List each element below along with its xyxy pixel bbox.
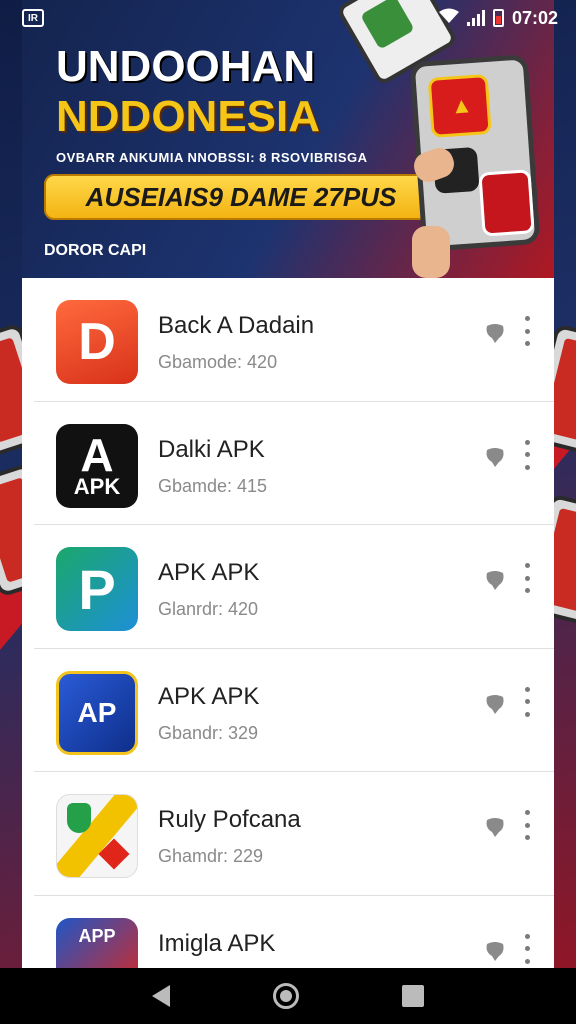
more-options-icon[interactable] bbox=[522, 686, 532, 717]
app-meta: Gbandr: 329 bbox=[158, 722, 259, 743]
list-item[interactable]: Ruly Pofcana Ghamdr: 229 bbox=[34, 772, 554, 896]
chat-bubble-icon[interactable] bbox=[484, 940, 506, 962]
map-pin-icon bbox=[56, 794, 138, 878]
app-notification-icon: IR bbox=[22, 9, 44, 27]
list-item[interactable]: APP Imigla APK bbox=[34, 896, 554, 968]
p-shield-icon: P bbox=[56, 547, 138, 631]
hand-image bbox=[412, 226, 450, 278]
apk-a-icon: A APK bbox=[56, 423, 138, 508]
promo-banner[interactable]: UNDOOHAN NDDONESIA OVBARR ANKUMIA NNOBSS… bbox=[22, 0, 554, 278]
signal-icon bbox=[466, 10, 485, 26]
app-name: APK APK bbox=[158, 682, 260, 710]
app-list[interactable]: D Back A Dadain Gbamode: 420 A APK Dalki… bbox=[22, 278, 554, 968]
app-meta: Glanrdr: 420 bbox=[158, 599, 259, 619]
chat-bubble-icon[interactable] bbox=[484, 446, 506, 468]
list-item[interactable]: AP APK APK Gbandr: 329 bbox=[34, 649, 554, 772]
more-options-icon[interactable] bbox=[522, 316, 532, 346]
home-icon[interactable] bbox=[272, 983, 299, 1009]
banner-title-secondary: NDDONESIA bbox=[56, 92, 321, 141]
app-name: Dalki APK bbox=[158, 435, 265, 463]
banner-footer-label: DOROR CAPI bbox=[44, 242, 147, 259]
list-item[interactable]: A APK Dalki APK Gbamde: 415 bbox=[34, 402, 554, 525]
battery-icon bbox=[492, 9, 504, 27]
system-nav-bar bbox=[0, 968, 576, 1024]
chat-bubble-icon[interactable] bbox=[484, 693, 506, 715]
chat-bubble-icon[interactable] bbox=[484, 816, 506, 838]
banner-cta-button[interactable]: AUSEIAIS9 DAME 27PUS bbox=[44, 174, 438, 220]
banner-subtitle: OVBARR ANKUMIA NNOBSSI: 8 RSOVIBRISGA bbox=[56, 150, 368, 165]
list-item[interactable]: P APK APK Glanrdr: 420 bbox=[34, 525, 554, 649]
app-name: Imigla APK bbox=[158, 929, 276, 957]
ap-icon: AP bbox=[56, 670, 138, 755]
app-meta: Ghamdr: 229 bbox=[158, 846, 264, 866]
chat-bubble-icon[interactable] bbox=[484, 322, 506, 344]
app-name: Ruly Pofcana bbox=[158, 806, 301, 833]
chat-bubble-icon[interactable] bbox=[484, 569, 506, 591]
app-name: Back A Dadain bbox=[158, 312, 315, 339]
more-options-icon[interactable] bbox=[522, 933, 532, 964]
app-meta: Gbamde: 415 bbox=[158, 475, 268, 496]
d-arrow-icon: D bbox=[56, 300, 138, 384]
app-meta: Gbamode: 420 bbox=[158, 352, 278, 372]
status-time: 07:02 bbox=[511, 7, 558, 28]
status-bar: IR 07:02 bbox=[0, 0, 576, 36]
list-item[interactable]: D Back A Dadain Gbamode: 420 bbox=[34, 278, 554, 402]
wifi-icon bbox=[438, 8, 459, 29]
more-options-icon[interactable] bbox=[522, 563, 532, 593]
back-icon[interactable] bbox=[151, 985, 170, 1007]
app-store-icon: APP bbox=[56, 917, 138, 968]
app-name: APK APK bbox=[158, 559, 260, 586]
more-options-icon[interactable] bbox=[522, 439, 532, 470]
more-options-icon[interactable] bbox=[522, 810, 532, 840]
recent-apps-icon[interactable] bbox=[402, 985, 425, 1007]
banner-title: UNDOOHAN bbox=[56, 42, 316, 91]
